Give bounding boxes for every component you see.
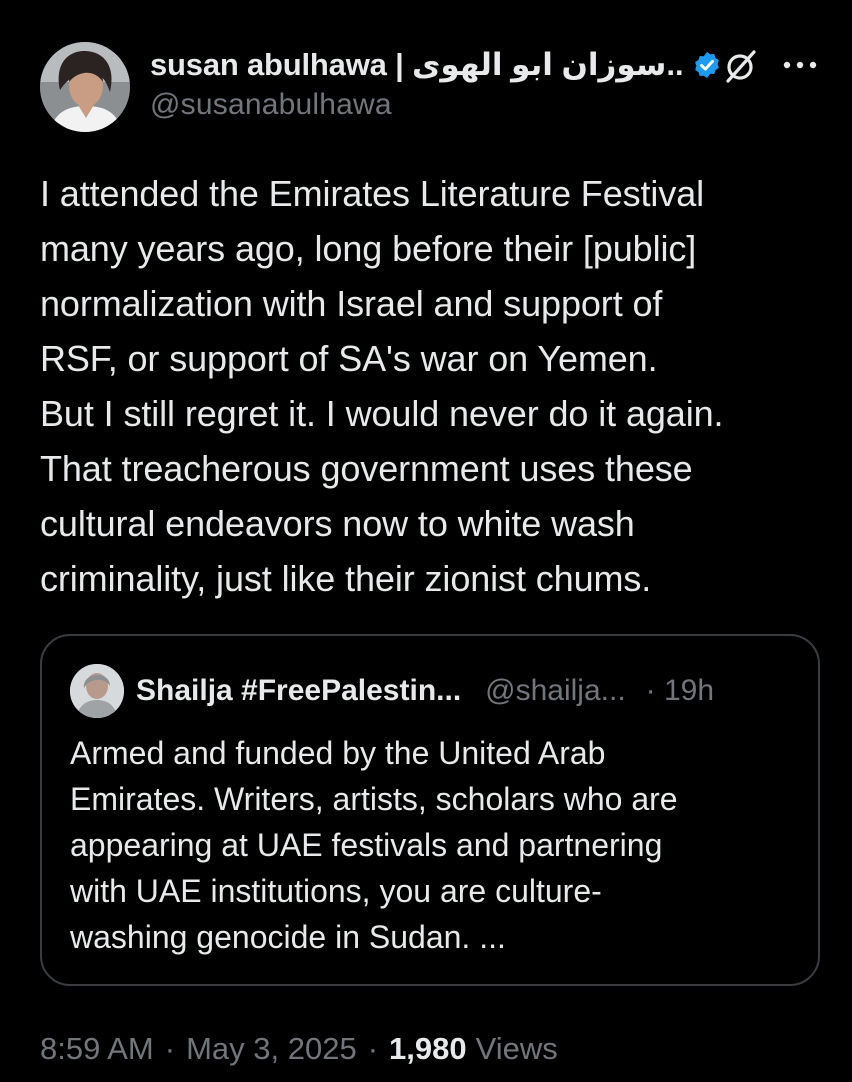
meta-separator: · [164,1031,176,1066]
quoted-post[interactable]: Shailja #FreePalestin... @shailja... · 1… [40,634,820,986]
post-metadata: 8:59 AM · May 3, 2025 · 1,980 Views [40,1024,558,1074]
meta-separator: · [367,1031,379,1066]
views-count[interactable]: 1,980 [389,1031,467,1067]
post-text: I attended the Emirates Literature Festi… [40,173,724,599]
grok-icon[interactable] [720,46,760,86]
post-detail: susan abulhawa | سوزان ابو الهوى.. @susa… [0,0,852,1082]
quoted-author-avatar[interactable] [70,664,124,718]
verified-badge-icon [694,51,719,79]
quoted-author-display-name[interactable]: Shailja #FreePalestin... [136,674,461,708]
author-name-row[interactable]: susan abulhawa | سوزان ابو الهوى.. [150,40,732,90]
post-date[interactable]: May 3, 2025 [186,1031,357,1067]
author-display-name[interactable]: susan abulhawa | سوزان ابو الهوى.. [150,47,684,83]
quoted-post-header: Shailja #FreePalestin... @shailja... · 1… [136,666,792,716]
quoted-author-handle[interactable]: @shailja... [485,674,626,708]
more-options-icon[interactable] [778,48,822,82]
author-avatar[interactable] [40,42,130,132]
views-label: Views [475,1031,558,1066]
author-handle[interactable]: @susanabulhawa [150,88,392,122]
quoted-post-text: Armed and funded by the United Arab Emir… [70,735,678,955]
quoted-post-time: · 19h [645,674,715,707]
post-time[interactable]: 8:59 AM [40,1031,154,1067]
